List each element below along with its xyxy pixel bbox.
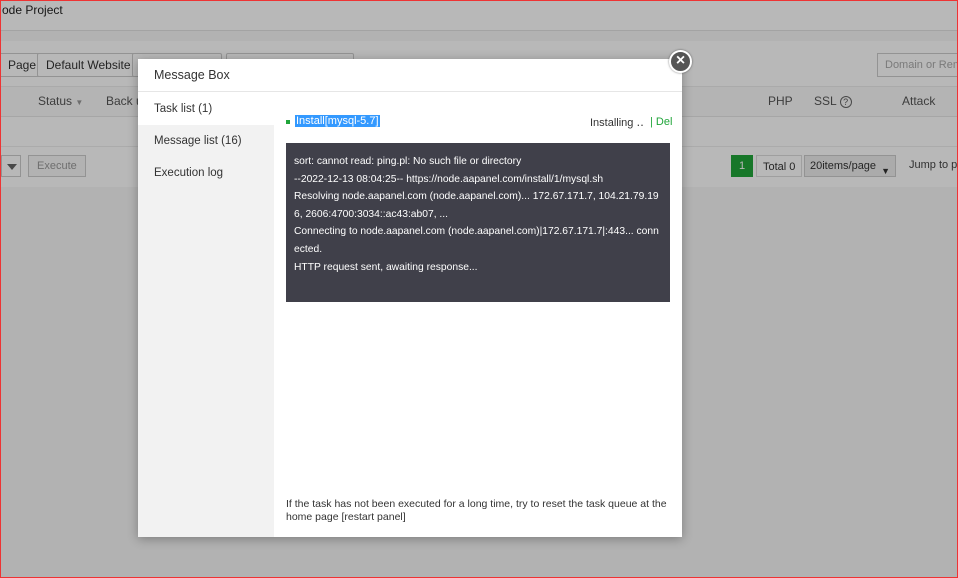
modal-title: Message Box: [138, 59, 682, 92]
modal-sidebar: Task list (1) Message list (16) Executio…: [138, 93, 274, 537]
task-queue-hint: If the task has not been executed for a …: [286, 498, 667, 523]
tab-execution-log[interactable]: Execution log: [138, 157, 274, 189]
tab-message-list[interactable]: Message list (16): [138, 125, 274, 157]
task-log-output[interactable]: sort: cannot read: ping.pl: No such file…: [286, 143, 670, 302]
task-name: Install[mysql-5.7]: [295, 115, 380, 127]
message-box-modal: Message Box Task list (1) Message list (…: [138, 59, 682, 537]
task-bullet-icon: [286, 120, 290, 124]
task-delete-link[interactable]: | Del: [650, 116, 672, 128]
task-list-panel: Install[mysql-5.7] Installing ‥ | Del so…: [274, 93, 682, 537]
log-line: sort: cannot read: ping.pl: No such file…: [294, 156, 522, 167]
task-item: Install[mysql-5.7] Installing ‥ | Del: [286, 113, 672, 131]
log-line: Connecting to node.aapanel.com (node.aap…: [294, 226, 659, 255]
log-line: --2022-12-13 08:04:25-- https://node.aap…: [294, 173, 604, 185]
close-icon[interactable]: ×: [669, 50, 692, 73]
log-line: HTTP request sent, awaiting response...: [294, 261, 478, 273]
log-line: Resolving node.aapanel.com (node.aapanel…: [294, 191, 659, 220]
tab-task-list[interactable]: Task list (1): [138, 93, 274, 125]
task-status: Installing ‥: [590, 117, 644, 129]
